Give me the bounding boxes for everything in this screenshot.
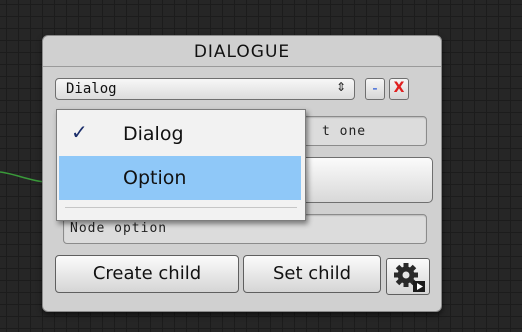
settings-button[interactable] <box>386 258 430 295</box>
set-child-button[interactable]: Set child <box>243 255 381 293</box>
node-option-value: Node option <box>70 221 168 236</box>
node-type-popup[interactable]: Dialog ⇕ <box>55 78 355 100</box>
title-divider <box>43 66 441 67</box>
node-connection-line <box>0 171 46 183</box>
updown-arrows-icon: ⇕ <box>335 80 346 94</box>
menu-item-label: Option <box>123 167 187 189</box>
menu-separator <box>65 207 297 208</box>
node-name-value: t one <box>322 124 367 139</box>
node-type-dropdown-menu[interactable]: ✓ Dialog Option <box>56 109 306 221</box>
checkmark-icon: ✓ <box>71 120 88 144</box>
menu-item-label: Dialog <box>123 123 184 145</box>
menu-item-option[interactable]: Option <box>59 156 301 200</box>
node-title: DIALOGUE <box>193 42 291 62</box>
create-child-button[interactable]: Create child <box>55 255 239 293</box>
close-button[interactable]: X <box>389 78 409 100</box>
menu-item-dialog[interactable]: ✓ Dialog <box>59 112 301 156</box>
gear-icon <box>394 263 425 292</box>
minus-button[interactable]: - <box>365 78 385 100</box>
node-type-value: Dialog <box>66 81 117 97</box>
